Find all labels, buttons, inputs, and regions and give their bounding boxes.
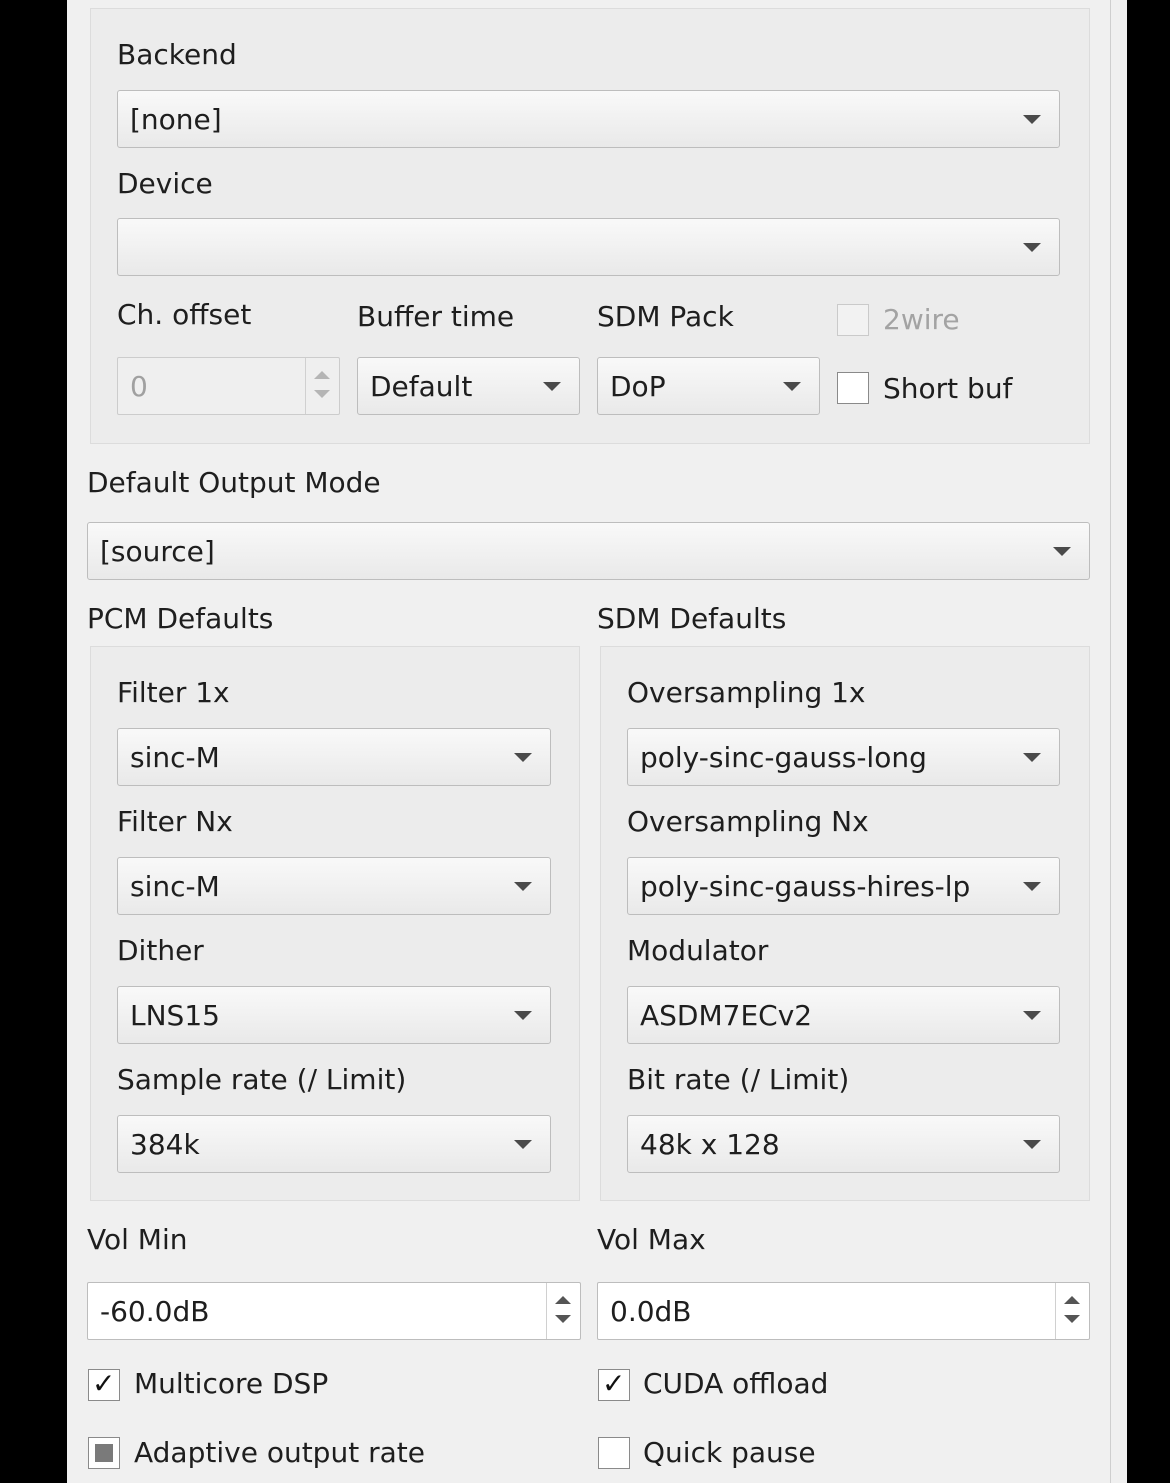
vol-max-spin-buttons[interactable] [1055, 1283, 1089, 1339]
dither-label: Dither [117, 934, 204, 967]
quick-pause-label: Quick pause [643, 1436, 816, 1469]
checkmark-icon: ✓ [602, 1367, 626, 1400]
sdm-pack-label: SDM Pack [597, 300, 734, 333]
filter-nx-select[interactable]: sinc-M [117, 857, 551, 915]
adaptive-output-rate-checkbox[interactable] [88, 1437, 120, 1469]
two-wire-checkbox[interactable] [837, 304, 869, 336]
backend-label: Backend [117, 38, 237, 71]
sample-rate-value: 384k [130, 1128, 200, 1161]
panel-border [1110, 0, 1111, 1483]
modulator-label: Modulator [627, 934, 769, 967]
short-buf-checkbox[interactable] [837, 372, 869, 404]
cuda-offload-checkbox[interactable]: ✓ [598, 1367, 630, 1401]
multicore-dsp-checkbox[interactable]: ✓ [88, 1367, 120, 1401]
sdm-pack-value: DoP [610, 370, 666, 403]
device-select[interactable] [117, 218, 1060, 276]
bit-rate-label: Bit rate (/ Limit) [627, 1063, 850, 1096]
buffer-time-select[interactable]: Default [357, 357, 580, 415]
oversampling-1x-label: Oversampling 1x [627, 676, 866, 709]
two-wire-label: 2wire [883, 303, 960, 336]
filter-nx-value: sinc-M [130, 870, 220, 903]
chevron-down-icon [1023, 753, 1041, 762]
vol-max-label: Vol Max [597, 1223, 706, 1256]
dither-value: LNS15 [130, 999, 220, 1032]
quick-pause-checkbox[interactable] [598, 1437, 630, 1469]
output-mode-value: [source] [100, 535, 215, 568]
filter-1x-select[interactable]: sinc-M [117, 728, 551, 786]
oversampling-nx-value: poly-sinc-gauss-hires-lp [640, 870, 971, 903]
vol-min-value: -60.0dB [100, 1295, 210, 1328]
short-buf-label: Short buf [883, 372, 1013, 405]
sdm-pack-select[interactable]: DoP [597, 357, 820, 415]
ch-offset-value: 0 [130, 370, 148, 403]
arrow-up-icon [1064, 1296, 1080, 1304]
filter-1x-label: Filter 1x [117, 676, 230, 709]
filter-nx-label: Filter Nx [117, 805, 233, 838]
device-label: Device [117, 167, 213, 200]
buffer-time-value: Default [370, 370, 473, 403]
vol-min-label: Vol Min [87, 1223, 188, 1256]
vol-max-value: 0.0dB [610, 1295, 692, 1328]
chevron-down-icon [514, 1011, 532, 1020]
backend-select[interactable]: [none] [117, 90, 1060, 148]
bit-rate-value: 48k x 128 [640, 1128, 780, 1161]
ch-offset-label: Ch. offset [117, 298, 252, 331]
chevron-down-icon [514, 1140, 532, 1149]
buffer-time-label: Buffer time [357, 300, 515, 333]
checkmark-icon: ✓ [92, 1367, 116, 1400]
chevron-down-icon [1053, 547, 1071, 556]
oversampling-nx-select[interactable]: poly-sinc-gauss-hires-lp [627, 857, 1060, 915]
arrow-down-icon [555, 1315, 571, 1323]
chevron-down-icon [514, 882, 532, 891]
chevron-down-icon [1023, 1140, 1041, 1149]
filter-1x-value: sinc-M [130, 741, 220, 774]
ch-offset-spin-buttons[interactable] [305, 358, 339, 414]
pcm-defaults-title: PCM Defaults [87, 602, 274, 635]
oversampling-1x-select[interactable]: poly-sinc-gauss-long [627, 728, 1060, 786]
arrow-up-icon [314, 371, 330, 379]
ch-offset-spinbox[interactable]: 0 [117, 357, 340, 415]
chevron-down-icon [1023, 243, 1041, 252]
arrow-up-icon [555, 1296, 571, 1304]
oversampling-nx-label: Oversampling Nx [627, 805, 869, 838]
vol-min-spinbox[interactable]: -60.0dB [87, 1282, 581, 1340]
modulator-select[interactable]: ASDM7ECv2 [627, 986, 1060, 1044]
chevron-down-icon [1023, 115, 1041, 124]
sample-rate-select[interactable]: 384k [117, 1115, 551, 1173]
modulator-value: ASDM7ECv2 [640, 999, 813, 1032]
output-mode-select[interactable]: [source] [87, 522, 1090, 580]
oversampling-1x-value: poly-sinc-gauss-long [640, 741, 927, 774]
bit-rate-select[interactable]: 48k x 128 [627, 1115, 1060, 1173]
arrow-down-icon [1064, 1315, 1080, 1323]
adaptive-output-rate-label: Adaptive output rate [134, 1436, 425, 1469]
chevron-down-icon [514, 753, 532, 762]
chevron-down-icon [1023, 882, 1041, 891]
dither-select[interactable]: LNS15 [117, 986, 551, 1044]
chevron-down-icon [543, 382, 561, 391]
sample-rate-label: Sample rate (/ Limit) [117, 1063, 407, 1096]
chevron-down-icon [1023, 1011, 1041, 1020]
multicore-dsp-label: Multicore DSP [134, 1367, 329, 1400]
vol-max-spinbox[interactable]: 0.0dB [597, 1282, 1090, 1340]
sdm-defaults-title: SDM Defaults [597, 602, 787, 635]
vol-min-spin-buttons[interactable] [546, 1283, 580, 1339]
partial-check-icon [95, 1444, 113, 1462]
cuda-offload-label: CUDA offload [643, 1367, 829, 1400]
arrow-down-icon [314, 390, 330, 398]
chevron-down-icon [783, 382, 801, 391]
backend-value: [none] [130, 103, 222, 136]
output-mode-label: Default Output Mode [87, 466, 381, 499]
